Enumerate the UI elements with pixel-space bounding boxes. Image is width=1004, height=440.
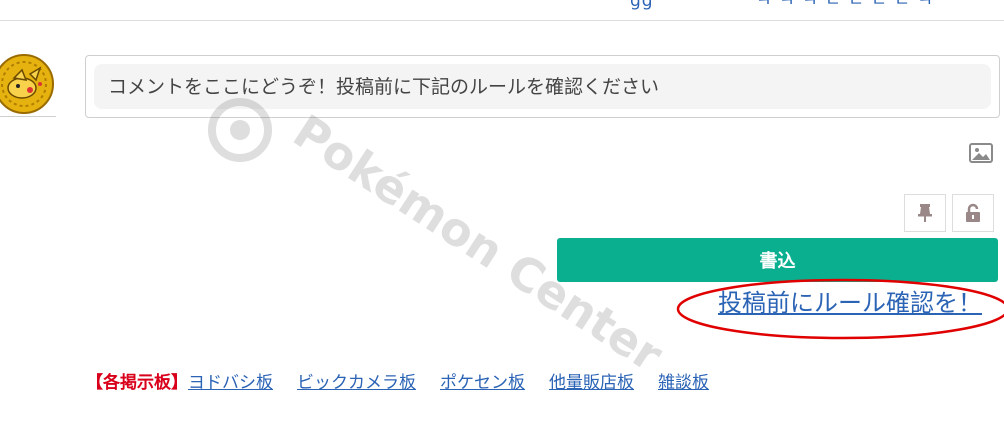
watermark: Pokémon Center <box>208 98 670 380</box>
pin-icon <box>918 204 932 222</box>
board-links-label: 【各掲示板】 <box>86 373 188 393</box>
cropped-top-text: gg ㅋ ㅋ ㅋ ㄴ ㄴ ㄴ ㄴ ㅋ <box>630 0 934 11</box>
top-nav-strip: gg ㅋ ㅋ ㅋ ㄴ ㄴ ㄴ ㄴ ㅋ <box>0 0 1004 21</box>
comment-box <box>85 55 1000 118</box>
pin-button[interactable] <box>904 194 946 232</box>
board-links: 【各掲示板】 ヨドバシ板 ビックカメラ板 ポケセン板 他量販店板 雑談板 <box>86 368 733 393</box>
image-upload-button[interactable] <box>968 141 994 165</box>
submit-button[interactable]: 書込 <box>557 238 998 282</box>
board-link-chat[interactable]: 雑談板 <box>658 368 709 393</box>
avatar <box>0 54 54 114</box>
image-icon <box>969 143 993 163</box>
avatar-divider <box>0 116 56 117</box>
board-link-yodobashi[interactable]: ヨドバシ板 <box>188 368 273 393</box>
board-link-pokecen[interactable]: ポケセン板 <box>440 368 525 393</box>
rules-link[interactable]: 投稿前にルール確認を！ <box>718 283 982 318</box>
board-link-biccamera[interactable]: ビックカメラ板 <box>297 368 416 393</box>
lock-button[interactable] <box>952 194 994 232</box>
unlock-icon <box>966 203 980 222</box>
avatar-icon <box>0 57 51 111</box>
board-link-other-stores[interactable]: 他量販店板 <box>549 368 634 393</box>
comment-input[interactable] <box>94 64 991 109</box>
